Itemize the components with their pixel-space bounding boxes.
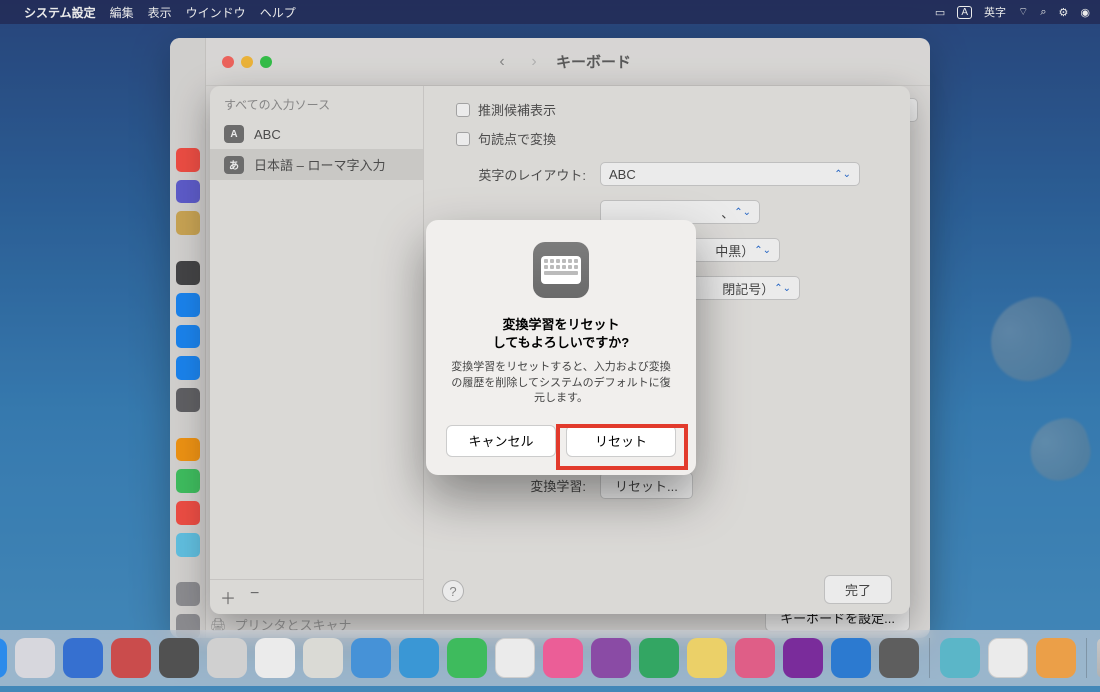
keyboard-icon [533, 242, 589, 298]
reset-confirm-dialog: 変換学習をリセット してもよろしいですか? 変換学習をリセットすると、入力および… [426, 220, 696, 475]
reset-confirm-button[interactable]: リセット [566, 425, 676, 457]
cancel-button[interactable]: キャンセル [446, 425, 556, 457]
dialog-title-line2: してもよろしいですか? [493, 335, 630, 350]
dialog-title-line1: 変換学習をリセット [502, 317, 619, 332]
dialog-body: 変換学習をリセットすると、入力および変換の履歴を削除してシステムのデフォルトに復… [446, 360, 676, 406]
